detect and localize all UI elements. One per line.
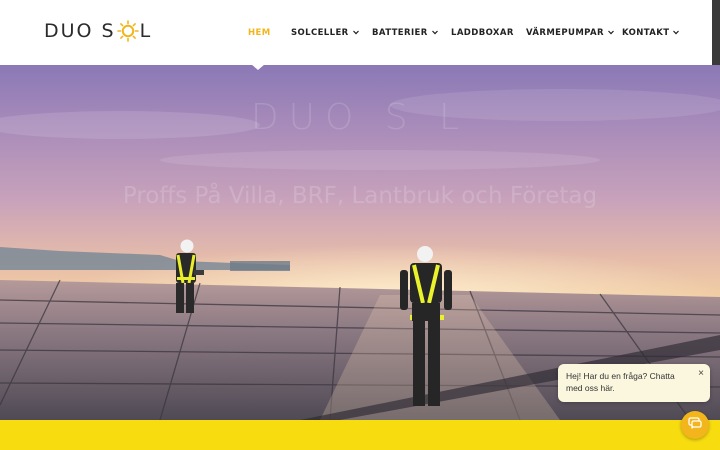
nav-item-solceller[interactable]: SOLCELLER [291,0,359,65]
nav-label: LADDBOXAR [451,27,514,38]
chevron-down-icon [673,29,680,37]
chevron-down-icon [608,29,614,37]
nav-label: KONTAKT [622,27,670,38]
hero-subtitle: Proffs På Villa, BRF, Lantbruk och Föret… [122,183,598,209]
nav-item-kontakt[interactable]: KONTAKT [622,0,680,65]
hero-title: DUO S L [250,97,470,138]
logo-text-duo-s: DUO S [44,20,116,42]
nav-item-hem[interactable]: HEM [248,0,271,65]
nav-label: BATTERIER [372,27,428,38]
site-logo[interactable]: DUO S L [44,16,152,46]
nav-label: HEM [248,27,271,38]
chat-greeting-bubble[interactable]: Hej! Har du en fråga? Chatta med oss här… [558,364,710,402]
close-icon[interactable]: × [698,369,704,379]
chat-greeting-text: Hej! Har du en fråga? Chatta med oss här… [566,371,675,393]
chevron-down-icon [352,29,359,37]
chat-launcher-button[interactable] [681,411,709,439]
yellow-section-band [0,420,720,450]
nav-item-batterier[interactable]: BATTERIER [372,0,438,65]
chevron-down-icon [431,29,438,37]
active-nav-pointer [251,64,265,70]
site-header: DUO S L HEM SOLCELLER BATTERIER LADDBOXA… [0,0,712,65]
chat-icon [688,416,702,435]
logo-text-l: L [139,20,153,42]
nav-label: VÄRMEPUMPAR [526,27,604,38]
nav-item-varmepumpar[interactable]: VÄRMEPUMPAR [526,0,614,65]
nav-label: SOLCELLER [291,27,349,38]
scrollbar[interactable] [712,0,720,65]
sun-icon [116,20,139,42]
nav-item-laddboxar[interactable]: LADDBOXAR [451,0,514,65]
